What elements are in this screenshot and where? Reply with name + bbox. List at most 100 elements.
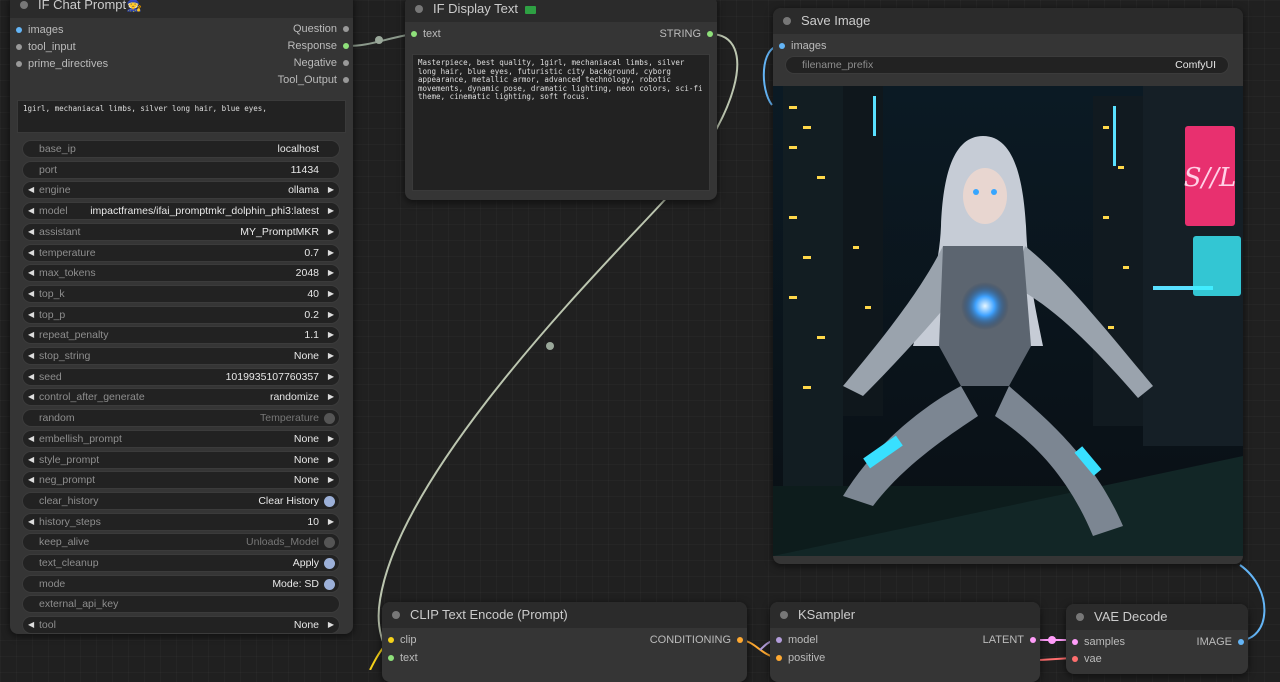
arrow-right-icon[interactable]: ▶ bbox=[328, 289, 334, 298]
toggle-icon[interactable] bbox=[324, 558, 335, 569]
widget-keep-alive[interactable]: keep_alive Unloads_Model bbox=[22, 533, 340, 552]
arrow-left-icon[interactable]: ◀ bbox=[28, 475, 34, 484]
arrow-left-icon[interactable]: ◀ bbox=[28, 248, 34, 257]
widget-style-prompt[interactable]: ◀ ▶ style_prompt None bbox=[22, 450, 340, 469]
arrow-right-icon[interactable]: ▶ bbox=[328, 392, 334, 401]
arrow-left-icon[interactable]: ◀ bbox=[28, 310, 34, 319]
arrow-right-icon[interactable]: ▶ bbox=[328, 620, 334, 629]
input-clip[interactable]: clip bbox=[386, 632, 417, 648]
display-textarea[interactable]: Masterpiece, best quality, 1girl, mechan… bbox=[412, 54, 710, 191]
arrow-left-icon[interactable]: ◀ bbox=[28, 620, 34, 629]
widget-neg-prompt[interactable]: ◀ ▶ neg_prompt None bbox=[22, 471, 340, 490]
widget-top-k[interactable]: ◀ ▶ top_k 40 bbox=[22, 284, 340, 303]
widget-temperature[interactable]: ◀ ▶ temperature 0.7 bbox=[22, 243, 340, 262]
toggle-icon[interactable] bbox=[324, 537, 335, 549]
widget-tool[interactable]: ◀ ▶ tool None bbox=[22, 616, 340, 635]
output-tool-output[interactable]: Tool_Output bbox=[278, 72, 351, 88]
arrow-right-icon[interactable]: ▶ bbox=[328, 434, 334, 443]
output-response[interactable]: Response bbox=[287, 38, 351, 54]
input-vae[interactable]: vae bbox=[1070, 651, 1102, 667]
node-title[interactable]: IF Display Text bbox=[405, 0, 717, 22]
arrow-left-icon[interactable]: ◀ bbox=[28, 392, 34, 401]
arrow-right-icon[interactable]: ▶ bbox=[328, 330, 334, 339]
widget-assistant[interactable]: ◀ ▶ assistant MY_PromptMKR bbox=[22, 222, 340, 241]
widget-clear-history[interactable]: clear_history Clear History bbox=[22, 491, 340, 510]
arrow-right-icon[interactable]: ▶ bbox=[328, 517, 334, 526]
arrow-right-icon[interactable]: ▶ bbox=[328, 206, 334, 215]
output-string[interactable]: STRING bbox=[659, 26, 715, 42]
input-samples[interactable]: samples bbox=[1070, 634, 1125, 650]
arrow-left-icon[interactable]: ◀ bbox=[28, 227, 34, 236]
arrow-left-icon[interactable]: ◀ bbox=[28, 372, 34, 381]
arrow-right-icon[interactable]: ▶ bbox=[328, 248, 334, 257]
input-images[interactable]: images bbox=[14, 22, 63, 38]
arrow-left-icon[interactable]: ◀ bbox=[28, 351, 34, 360]
node-title[interactable]: VAE Decode bbox=[1066, 604, 1248, 630]
widget-engine[interactable]: ◀ ▶ engine ollama bbox=[22, 181, 340, 200]
toggle-icon[interactable] bbox=[324, 495, 335, 507]
vae-decode-node[interactable]: VAE Decode samples vae IMAGE bbox=[1066, 604, 1248, 674]
widget-embellish-prompt[interactable]: ◀ ▶ embellish_prompt None bbox=[22, 429, 340, 448]
node-title[interactable]: CLIP Text Encode (Prompt) bbox=[382, 602, 747, 628]
input-text[interactable]: text bbox=[386, 650, 418, 666]
ksampler-node[interactable]: KSampler model positive LATENT bbox=[770, 602, 1040, 682]
arrow-right-icon[interactable]: ▶ bbox=[328, 372, 334, 381]
widget-model[interactable]: ◀ ▶ model impactframes/ifai_promptmkr_dolph… bbox=[22, 202, 340, 221]
arrow-left-icon[interactable]: ◀ bbox=[28, 434, 34, 443]
widget-max-tokens[interactable]: ◀ ▶ max_tokens 2048 bbox=[22, 264, 340, 283]
input-model[interactable]: model bbox=[774, 632, 818, 648]
widget-text-cleanup[interactable]: text_cleanup Apply bbox=[22, 554, 340, 572]
arrow-left-icon[interactable]: ◀ bbox=[28, 330, 34, 339]
chat-prompt-node[interactable]: IF Chat Prompt🧙 images tool_input prime_… bbox=[10, 0, 353, 635]
widget-random[interactable]: random Temperature bbox=[22, 409, 340, 428]
output-latent[interactable]: LATENT bbox=[983, 632, 1038, 648]
widget-port[interactable]: port 11434 bbox=[22, 160, 340, 179]
input-prime-directives[interactable]: prime_directives bbox=[14, 56, 108, 72]
widget-repeat-penalty[interactable]: ◀ ▶ repeat_penalty 1.1 bbox=[22, 326, 340, 345]
input-images[interactable]: images bbox=[777, 38, 826, 54]
arrow-right-icon[interactable]: ▶ bbox=[328, 227, 334, 236]
input-tool-input[interactable]: tool_input bbox=[14, 39, 76, 55]
arrow-right-icon[interactable]: ▶ bbox=[328, 268, 334, 277]
collapse-dot-icon[interactable] bbox=[392, 611, 400, 619]
output-question[interactable]: Question bbox=[293, 21, 351, 37]
node-title[interactable]: KSampler bbox=[770, 602, 1040, 628]
widget-seed[interactable]: ◀ ▶ seed 1019935107760357 bbox=[22, 367, 340, 386]
widget-external-api-key[interactable]: external_api_key bbox=[22, 595, 340, 614]
arrow-left-icon[interactable]: ◀ bbox=[28, 185, 34, 194]
arrow-left-icon[interactable]: ◀ bbox=[28, 289, 34, 298]
output-negative[interactable]: Negative bbox=[294, 55, 351, 71]
prompt-textarea[interactable]: 1girl, mechaniacal limbs, silver long ha… bbox=[17, 100, 346, 133]
arrow-right-icon[interactable]: ▶ bbox=[328, 351, 334, 360]
widget-history-steps[interactable]: ◀ ▶ history_steps 10 bbox=[22, 512, 340, 531]
output-image[interactable]: IMAGE bbox=[1197, 634, 1246, 650]
widget-base-ip[interactable]: base_ip localhost bbox=[22, 140, 340, 158]
clip-text-encode-node[interactable]: CLIP Text Encode (Prompt) clip text COND… bbox=[382, 602, 747, 682]
input-text[interactable]: text bbox=[409, 26, 441, 42]
node-title[interactable]: IF Chat Prompt🧙 bbox=[10, 0, 353, 18]
toggle-icon[interactable] bbox=[324, 578, 335, 590]
arrow-left-icon[interactable]: ◀ bbox=[28, 268, 34, 277]
arrow-left-icon[interactable]: ◀ bbox=[28, 517, 34, 526]
arrow-right-icon[interactable]: ▶ bbox=[328, 455, 334, 464]
arrow-right-icon[interactable]: ▶ bbox=[328, 185, 334, 194]
widget-stop-string[interactable]: ◀ ▶ stop_string None bbox=[22, 347, 340, 365]
widget-top-p[interactable]: ◀ ▶ top_p 0.2 bbox=[22, 305, 340, 324]
widget-control-after-generate[interactable]: ◀ ▶ control_after_generate randomize bbox=[22, 388, 340, 407]
arrow-left-icon[interactable]: ◀ bbox=[28, 455, 34, 464]
filename-prefix-widget[interactable]: filename_prefix ComfyUI bbox=[785, 56, 1229, 74]
save-image-node[interactable]: Save Image images filename_prefix ComfyU… bbox=[773, 8, 1243, 564]
collapse-dot-icon[interactable] bbox=[1076, 613, 1084, 621]
arrow-right-icon[interactable]: ▶ bbox=[328, 310, 334, 319]
collapse-dot-icon[interactable] bbox=[20, 1, 28, 9]
arrow-right-icon[interactable]: ▶ bbox=[328, 475, 334, 484]
arrow-left-icon[interactable]: ◀ bbox=[28, 206, 34, 215]
display-text-node[interactable]: IF Display Text text STRING Masterpiece,… bbox=[405, 0, 717, 200]
widget-mode[interactable]: mode Mode: SD bbox=[22, 574, 340, 593]
collapse-dot-icon[interactable] bbox=[783, 17, 791, 25]
input-positive[interactable]: positive bbox=[774, 650, 825, 666]
collapse-dot-icon[interactable] bbox=[415, 5, 423, 13]
output-conditioning[interactable]: CONDITIONING bbox=[650, 632, 745, 648]
collapse-dot-icon[interactable] bbox=[780, 611, 788, 619]
node-title[interactable]: Save Image bbox=[773, 8, 1243, 34]
